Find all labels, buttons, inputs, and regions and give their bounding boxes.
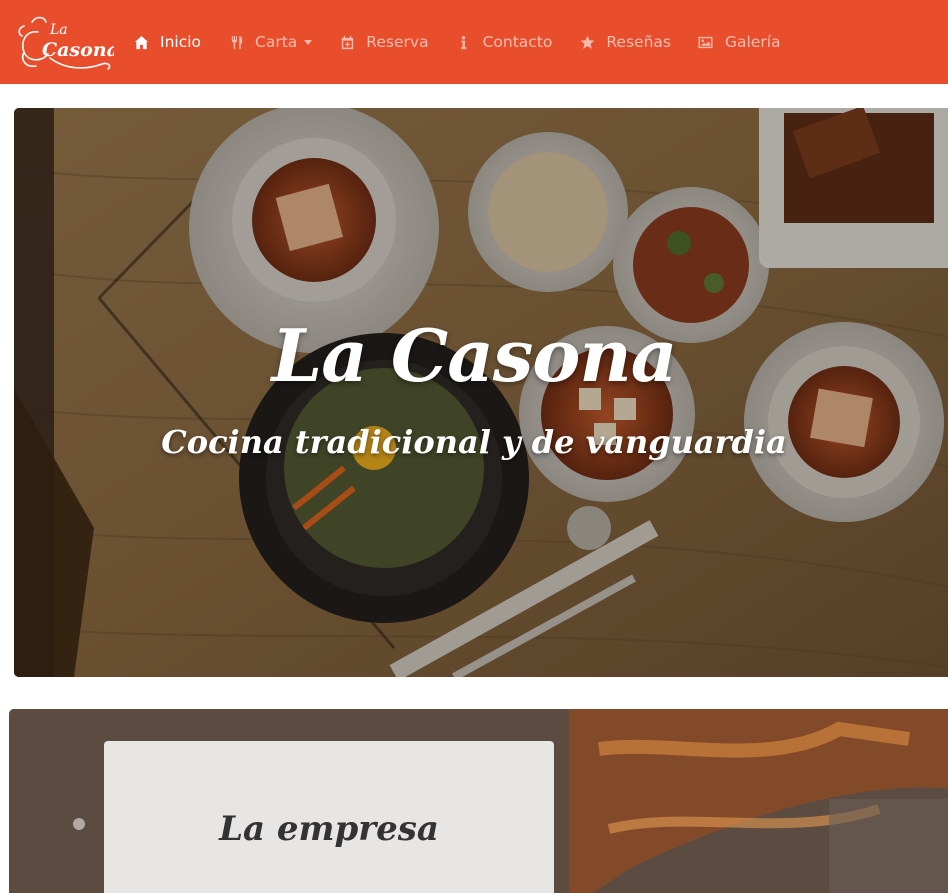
chevron-down-icon: [304, 39, 313, 45]
nav-item-contacto[interactable]: Contacto: [456, 0, 553, 84]
nav-label-reserva: Reserva: [366, 33, 429, 51]
nav-label-contacto: Contacto: [482, 33, 553, 51]
home-icon: [133, 34, 149, 50]
star-icon: [579, 34, 595, 50]
nav-menu: Inicio Carta Reserva Contacto Reseñas Ga…: [133, 0, 781, 84]
nav-item-galeria[interactable]: Galería: [698, 0, 781, 84]
nav-item-reserva[interactable]: Reserva: [339, 0, 429, 84]
nav-item-inicio[interactable]: Inicio: [133, 0, 201, 84]
image-icon: [698, 34, 714, 50]
info-icon: [456, 34, 472, 50]
nav-label-inicio: Inicio: [160, 33, 202, 51]
about-card: La empresa: [104, 741, 554, 893]
hero-subtitle: Cocina tradicional y de vanguardia: [161, 423, 787, 461]
nav-item-carta[interactable]: Carta: [228, 0, 313, 84]
nav-label-resenas: Reseñas: [606, 33, 671, 51]
nav-label-carta: Carta: [255, 33, 298, 51]
svg-text:Casona: Casona: [42, 39, 114, 61]
hero-title: La Casona: [271, 313, 678, 398]
nav-item-resenas[interactable]: Reseñas: [579, 0, 671, 84]
about-section: La empresa: [9, 709, 948, 893]
brand-logo[interactable]: La Casona: [16, 12, 119, 72]
nav-label-galeria: Galería: [724, 33, 781, 51]
utensils-icon: [228, 34, 244, 50]
top-navbar: La Casona Inicio Carta Reserva Contacto …: [0, 0, 948, 84]
calendar-plus-icon: [339, 34, 355, 50]
about-title: La empresa: [219, 809, 439, 849]
svg-text:La: La: [49, 22, 68, 38]
